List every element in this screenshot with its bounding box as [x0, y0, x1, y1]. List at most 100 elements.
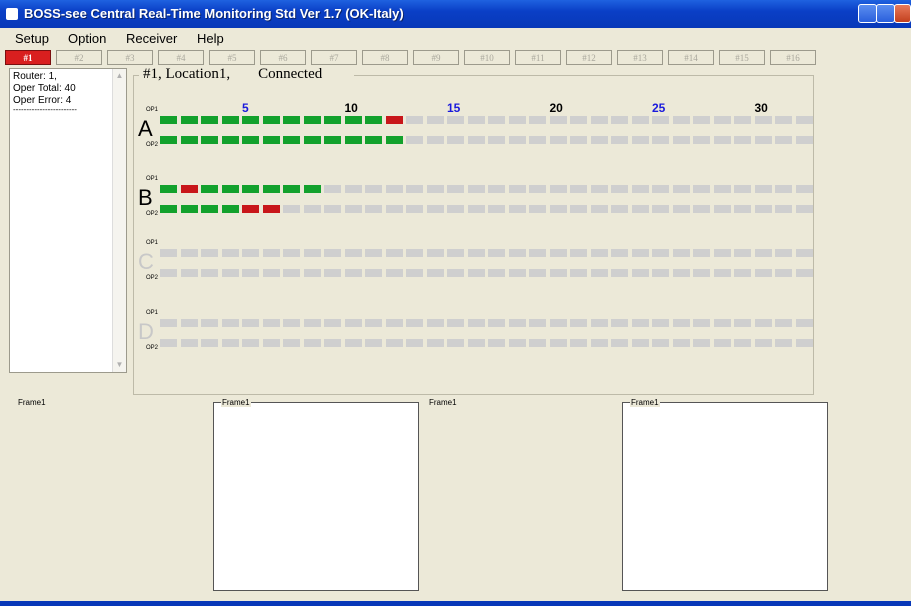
status-cell[interactable] [447, 136, 464, 144]
status-cell[interactable] [181, 116, 198, 124]
status-cell[interactable] [693, 339, 710, 347]
status-cell[interactable] [222, 185, 239, 193]
status-cell[interactable] [201, 249, 218, 257]
status-cell[interactable] [304, 319, 321, 327]
status-cell[interactable] [550, 339, 567, 347]
status-cell[interactable] [222, 205, 239, 213]
status-cell[interactable] [796, 249, 813, 257]
status-cell[interactable] [304, 249, 321, 257]
scroll-up-icon[interactable]: ▲ [115, 71, 124, 81]
tab-router-10[interactable]: #10 [464, 50, 510, 65]
status-cell[interactable] [693, 116, 710, 124]
status-cell[interactable] [427, 116, 444, 124]
status-cell[interactable] [201, 116, 218, 124]
status-cell[interactable] [611, 269, 628, 277]
status-cell[interactable] [345, 249, 362, 257]
status-cell[interactable] [427, 249, 444, 257]
status-cell[interactable] [222, 249, 239, 257]
status-cell[interactable] [160, 136, 177, 144]
status-cell[interactable] [283, 339, 300, 347]
status-cell[interactable] [714, 205, 731, 213]
status-cell[interactable] [160, 269, 177, 277]
status-cell[interactable] [714, 269, 731, 277]
menu-option[interactable]: Option [68, 31, 106, 46]
status-cell[interactable] [591, 116, 608, 124]
status-cell[interactable] [181, 269, 198, 277]
status-cell[interactable] [488, 185, 505, 193]
status-cell[interactable] [263, 269, 280, 277]
status-cell[interactable] [365, 185, 382, 193]
status-cell[interactable] [570, 116, 587, 124]
status-cell[interactable] [160, 339, 177, 347]
tab-router-15[interactable]: #15 [719, 50, 765, 65]
status-cell[interactable] [283, 205, 300, 213]
status-cell[interactable] [181, 185, 198, 193]
status-cell[interactable] [406, 185, 423, 193]
status-cell[interactable] [242, 249, 259, 257]
status-cell[interactable] [632, 185, 649, 193]
status-cell[interactable] [263, 249, 280, 257]
status-cell[interactable] [468, 116, 485, 124]
status-cell[interactable] [775, 185, 792, 193]
status-cell[interactable] [570, 319, 587, 327]
status-cell[interactable] [734, 339, 751, 347]
status-cell[interactable] [447, 319, 464, 327]
status-cell[interactable] [529, 116, 546, 124]
status-cell[interactable] [755, 249, 772, 257]
status-cell[interactable] [509, 205, 526, 213]
status-cell[interactable] [755, 319, 772, 327]
status-cell[interactable] [796, 319, 813, 327]
status-cell[interactable] [714, 319, 731, 327]
status-cell[interactable] [796, 269, 813, 277]
status-cell[interactable] [775, 136, 792, 144]
status-cell[interactable] [775, 116, 792, 124]
status-cell[interactable] [365, 319, 382, 327]
status-cell[interactable] [611, 136, 628, 144]
tab-router-8[interactable]: #8 [362, 50, 408, 65]
status-cell[interactable] [652, 319, 669, 327]
status-cell[interactable] [427, 136, 444, 144]
status-cell[interactable] [488, 136, 505, 144]
status-cell[interactable] [242, 205, 259, 213]
status-cell[interactable] [283, 116, 300, 124]
status-cell[interactable] [242, 269, 259, 277]
status-cell[interactable] [529, 185, 546, 193]
tab-router-7[interactable]: #7 [311, 50, 357, 65]
status-cell[interactable] [570, 205, 587, 213]
status-cell[interactable] [386, 269, 403, 277]
status-cell[interactable] [201, 205, 218, 213]
status-cell[interactable] [611, 185, 628, 193]
status-cell[interactable] [673, 116, 690, 124]
status-cell[interactable] [345, 319, 362, 327]
status-cell[interactable] [181, 205, 198, 213]
status-cell[interactable] [570, 339, 587, 347]
status-cell[interactable] [734, 269, 751, 277]
status-cell[interactable] [591, 269, 608, 277]
tab-router-11[interactable]: #11 [515, 50, 561, 65]
status-cell[interactable] [386, 116, 403, 124]
status-cell[interactable] [386, 136, 403, 144]
status-cell[interactable] [324, 339, 341, 347]
status-cell[interactable] [529, 269, 546, 277]
status-cell[interactable] [406, 116, 423, 124]
tab-router-16[interactable]: #16 [770, 50, 816, 65]
status-cell[interactable] [611, 249, 628, 257]
status-cell[interactable] [591, 185, 608, 193]
status-cell[interactable] [201, 319, 218, 327]
status-cell[interactable] [304, 136, 321, 144]
status-cell[interactable] [468, 185, 485, 193]
tab-router-14[interactable]: #14 [668, 50, 714, 65]
status-cell[interactable] [160, 185, 177, 193]
status-cell[interactable] [447, 339, 464, 347]
status-cell[interactable] [263, 185, 280, 193]
status-cell[interactable] [468, 136, 485, 144]
info-scrollbar[interactable]: ▲ ▼ [112, 69, 126, 372]
status-cell[interactable] [345, 136, 362, 144]
status-cell[interactable] [796, 339, 813, 347]
status-cell[interactable] [755, 339, 772, 347]
status-cell[interactable] [796, 185, 813, 193]
status-cell[interactable] [550, 319, 567, 327]
status-cell[interactable] [632, 116, 649, 124]
menu-receiver[interactable]: Receiver [126, 31, 177, 46]
status-cell[interactable] [611, 319, 628, 327]
